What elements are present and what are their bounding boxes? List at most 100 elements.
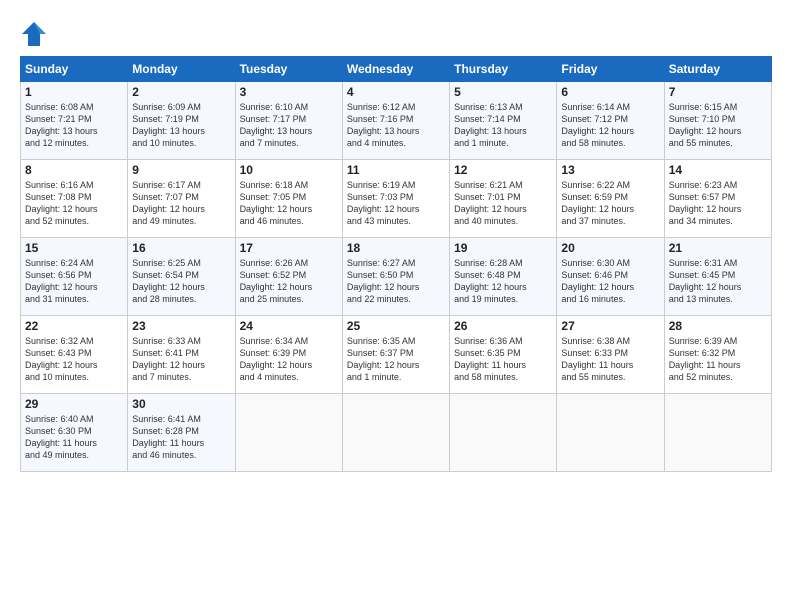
calendar-cell: 8 Sunrise: 6:16 AMSunset: 7:08 PMDaylight… (21, 160, 128, 238)
day-detail: Sunrise: 6:30 AMSunset: 6:46 PMDaylight:… (561, 258, 634, 304)
calendar-cell: 30Sunrise: 6:41 AMSunset: 6:28 PMDayligh… (128, 394, 235, 472)
calendar-cell: 23 Sunrise: 6:33 AMSunset: 6:41 PMDayligh… (128, 316, 235, 394)
calendar-cell: 4 Sunrise: 6:12 AMSunset: 7:16 PMDaylight… (342, 82, 449, 160)
week-row: 15 Sunrise: 6:24 AMSunset: 6:56 PMDayligh… (21, 238, 772, 316)
day-number: 16 (132, 241, 230, 255)
day-number: 24 (240, 319, 338, 333)
day-number: 29 (25, 397, 123, 411)
calendar-cell: 26 Sunrise: 6:36 AMSunset: 6:35 PMDayligh… (450, 316, 557, 394)
day-number: 2 (132, 85, 230, 99)
calendar-cell: 11 Sunrise: 6:19 AMSunset: 7:03 PMDayligh… (342, 160, 449, 238)
day-number: 6 (561, 85, 659, 99)
calendar-cell (235, 394, 342, 472)
col-header-monday: Monday (128, 57, 235, 82)
calendar-cell: 17Sunrise: 6:26 AMSunset: 6:52 PMDayligh… (235, 238, 342, 316)
day-number: 5 (454, 85, 552, 99)
day-detail: Sunrise: 6:09 AMSunset: 7:19 PMDaylight:… (132, 102, 205, 148)
week-row: 8 Sunrise: 6:16 AMSunset: 7:08 PMDaylight… (21, 160, 772, 238)
calendar-cell: 24 Sunrise: 6:34 AMSunset: 6:39 PMDayligh… (235, 316, 342, 394)
col-header-friday: Friday (557, 57, 664, 82)
day-number: 1 (25, 85, 123, 99)
calendar-cell: 6 Sunrise: 6:14 AMSunset: 7:12 PMDaylight… (557, 82, 664, 160)
col-header-thursday: Thursday (450, 57, 557, 82)
calendar-cell: 29 Sunrise: 6:40 AMSunset: 6:30 PMDayligh… (21, 394, 128, 472)
day-number: 15 (25, 241, 123, 255)
day-detail: Sunrise: 6:31 AMSunset: 6:45 PMDaylight:… (669, 258, 742, 304)
day-number: 25 (347, 319, 445, 333)
day-number: 13 (561, 163, 659, 177)
day-detail: Sunrise: 6:36 AMSunset: 6:35 PMDaylight:… (454, 336, 526, 382)
logo-icon (20, 20, 48, 48)
week-row: 29 Sunrise: 6:40 AMSunset: 6:30 PMDayligh… (21, 394, 772, 472)
day-detail: Sunrise: 6:18 AMSunset: 7:05 PMDaylight:… (240, 180, 313, 226)
day-number: 26 (454, 319, 552, 333)
day-number: 3 (240, 85, 338, 99)
day-detail: Sunrise: 6:16 AMSunset: 7:08 PMDaylight:… (25, 180, 98, 226)
col-header-saturday: Saturday (664, 57, 771, 82)
day-detail: Sunrise: 6:12 AMSunset: 7:16 PMDaylight:… (347, 102, 420, 148)
calendar-cell: 18Sunrise: 6:27 AMSunset: 6:50 PMDayligh… (342, 238, 449, 316)
day-number: 18 (347, 241, 445, 255)
calendar-cell (342, 394, 449, 472)
page-header (20, 16, 772, 48)
day-detail: Sunrise: 6:33 AMSunset: 6:41 PMDaylight:… (132, 336, 205, 382)
logo (20, 20, 52, 48)
day-detail: Sunrise: 6:24 AMSunset: 6:56 PMDaylight:… (25, 258, 98, 304)
calendar-page: SundayMondayTuesdayWednesdayThursdayFrid… (0, 0, 792, 612)
header-row: SundayMondayTuesdayWednesdayThursdayFrid… (21, 57, 772, 82)
calendar-cell: 15 Sunrise: 6:24 AMSunset: 6:56 PMDayligh… (21, 238, 128, 316)
calendar-cell: 28 Sunrise: 6:39 AMSunset: 6:32 PMDayligh… (664, 316, 771, 394)
day-number: 7 (669, 85, 767, 99)
calendar-cell: 27 Sunrise: 6:38 AMSunset: 6:33 PMDayligh… (557, 316, 664, 394)
day-number: 30 (132, 397, 230, 411)
day-detail: Sunrise: 6:21 AMSunset: 7:01 PMDaylight:… (454, 180, 527, 226)
calendar-table: SundayMondayTuesdayWednesdayThursdayFrid… (20, 56, 772, 472)
calendar-cell: 20 Sunrise: 6:30 AMSunset: 6:46 PMDayligh… (557, 238, 664, 316)
calendar-cell: 12 Sunrise: 6:21 AMSunset: 7:01 PMDayligh… (450, 160, 557, 238)
day-number: 4 (347, 85, 445, 99)
day-detail: Sunrise: 6:40 AMSunset: 6:30 PMDaylight:… (25, 414, 97, 460)
day-number: 28 (669, 319, 767, 333)
day-number: 8 (25, 163, 123, 177)
day-detail: Sunrise: 6:32 AMSunset: 6:43 PMDaylight:… (25, 336, 98, 382)
day-detail: Sunrise: 6:23 AMSunset: 6:57 PMDaylight:… (669, 180, 742, 226)
day-number: 9 (132, 163, 230, 177)
day-detail: Sunrise: 6:14 AMSunset: 7:12 PMDaylight:… (561, 102, 634, 148)
day-number: 11 (347, 163, 445, 177)
day-detail: Sunrise: 6:08 AMSunset: 7:21 PMDaylight:… (25, 102, 98, 148)
calendar-cell: 21 Sunrise: 6:31 AMSunset: 6:45 PMDayligh… (664, 238, 771, 316)
day-number: 27 (561, 319, 659, 333)
day-detail: Sunrise: 6:38 AMSunset: 6:33 PMDaylight:… (561, 336, 633, 382)
day-number: 23 (132, 319, 230, 333)
day-number: 20 (561, 241, 659, 255)
day-number: 14 (669, 163, 767, 177)
calendar-cell (557, 394, 664, 472)
calendar-cell: 10 Sunrise: 6:18 AMSunset: 7:05 PMDayligh… (235, 160, 342, 238)
calendar-cell: 5Sunrise: 6:13 AMSunset: 7:14 PMDaylight… (450, 82, 557, 160)
day-detail: Sunrise: 6:10 AMSunset: 7:17 PMDaylight:… (240, 102, 313, 148)
calendar-cell: 22Sunrise: 6:32 AMSunset: 6:43 PMDayligh… (21, 316, 128, 394)
col-header-sunday: Sunday (21, 57, 128, 82)
calendar-cell: 13Sunrise: 6:22 AMSunset: 6:59 PMDayligh… (557, 160, 664, 238)
calendar-cell (664, 394, 771, 472)
day-detail: Sunrise: 6:26 AMSunset: 6:52 PMDaylight:… (240, 258, 313, 304)
week-row: 22Sunrise: 6:32 AMSunset: 6:43 PMDayligh… (21, 316, 772, 394)
calendar-cell: 7Sunrise: 6:15 AMSunset: 7:10 PMDaylight… (664, 82, 771, 160)
day-detail: Sunrise: 6:34 AMSunset: 6:39 PMDaylight:… (240, 336, 313, 382)
col-header-wednesday: Wednesday (342, 57, 449, 82)
calendar-cell (450, 394, 557, 472)
day-detail: Sunrise: 6:25 AMSunset: 6:54 PMDaylight:… (132, 258, 205, 304)
day-detail: Sunrise: 6:19 AMSunset: 7:03 PMDaylight:… (347, 180, 420, 226)
calendar-cell: 16 Sunrise: 6:25 AMSunset: 6:54 PMDayligh… (128, 238, 235, 316)
day-detail: Sunrise: 6:28 AMSunset: 6:48 PMDaylight:… (454, 258, 527, 304)
week-row: 1 Sunrise: 6:08 AMSunset: 7:21 PMDaylight… (21, 82, 772, 160)
day-detail: Sunrise: 6:35 AMSunset: 6:37 PMDaylight:… (347, 336, 420, 382)
calendar-cell: 3 Sunrise: 6:10 AMSunset: 7:17 PMDaylight… (235, 82, 342, 160)
calendar-cell: 14 Sunrise: 6:23 AMSunset: 6:57 PMDayligh… (664, 160, 771, 238)
day-number: 10 (240, 163, 338, 177)
calendar-cell: 2 Sunrise: 6:09 AMSunset: 7:19 PMDaylight… (128, 82, 235, 160)
day-detail: Sunrise: 6:39 AMSunset: 6:32 PMDaylight:… (669, 336, 741, 382)
day-number: 21 (669, 241, 767, 255)
day-number: 12 (454, 163, 552, 177)
calendar-cell: 19Sunrise: 6:28 AMSunset: 6:48 PMDayligh… (450, 238, 557, 316)
